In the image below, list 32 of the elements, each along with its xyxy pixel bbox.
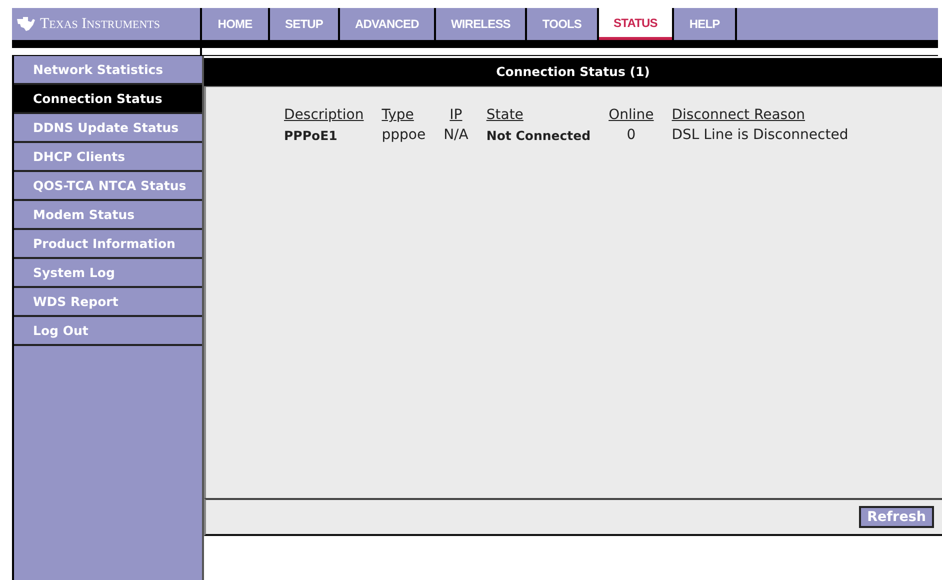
column-header[interactable]: State (486, 107, 609, 125)
sidebar-item[interactable]: Log Out (14, 317, 202, 346)
nav-tab[interactable]: SETUP (270, 8, 338, 40)
nav-tab[interactable]: STATUS (598, 8, 672, 40)
column-header[interactable]: Online (608, 107, 672, 125)
column-header[interactable]: Description (284, 107, 382, 125)
refresh-button[interactable]: Refresh (859, 506, 934, 528)
sidebar-item[interactable]: DDNS Update Status (14, 114, 202, 143)
sidebar-item[interactable]: Product Information (14, 230, 202, 259)
sidebar-item[interactable]: Modem Status (14, 201, 202, 230)
table-cell-text: Not Connected (486, 126, 592, 143)
column-header[interactable]: Disconnect Reason (672, 107, 866, 125)
nav-tab[interactable]: ADVANCED (340, 8, 434, 40)
table-cell-text: DSL Line is Disconnected (672, 126, 850, 143)
table-cell-text: PPPoE1 (284, 126, 338, 143)
column-header[interactable]: IP (444, 107, 486, 125)
nav-tab[interactable]: TOOLS (527, 8, 597, 40)
table-cell-text: pppoe (382, 126, 427, 143)
column-header[interactable]: Type (382, 107, 444, 125)
sidebar-item[interactable]: QOS-TCA NTCA Status (14, 172, 202, 201)
nav-tab[interactable]: WIRELESS (436, 8, 526, 40)
panel-title: Connection Status (1) (204, 58, 942, 87)
nav-tab[interactable]: HELP (674, 8, 735, 40)
brand-name: Texas Instruments (40, 16, 160, 32)
sidebar-item[interactable]: WDS Report (14, 288, 202, 317)
table-cell-text: 0 (626, 126, 637, 143)
nav-tab[interactable]: HOME (202, 8, 268, 40)
sidebar-item[interactable]: System Log (14, 259, 202, 288)
sidebar-item[interactable]: DHCP Clients (14, 143, 202, 172)
state-outline-icon (16, 16, 36, 32)
table-cell-text: N/A (444, 126, 470, 143)
sidebar-item[interactable]: Connection Status (14, 85, 202, 114)
